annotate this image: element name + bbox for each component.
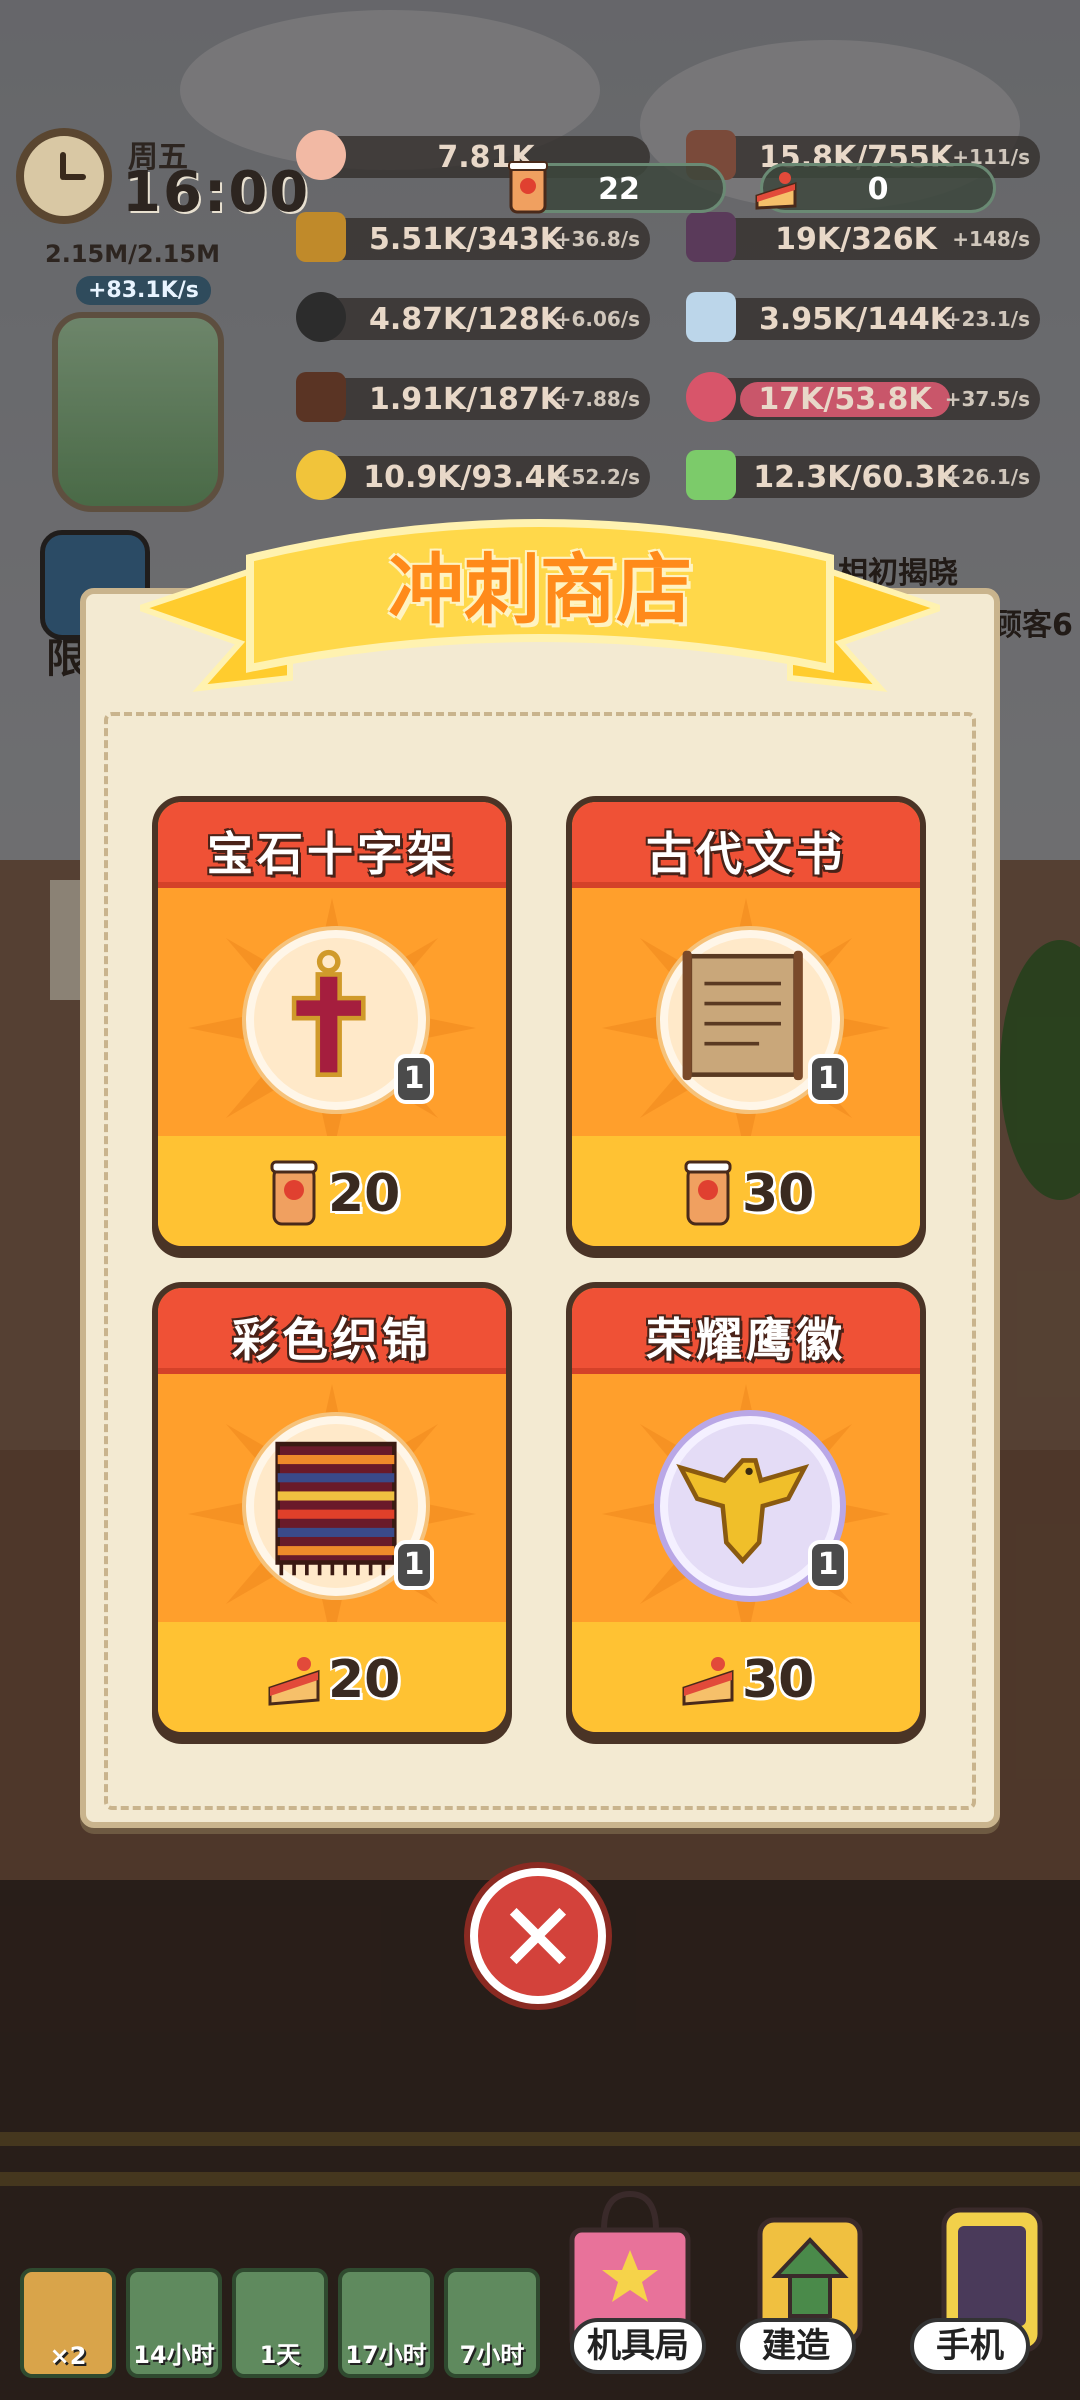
wave-decoration xyxy=(572,1140,920,1158)
wave-decoration xyxy=(158,1626,506,1644)
cake-currency: 0 xyxy=(755,163,996,213)
resource-value: 10.9K/93.4K xyxy=(363,459,569,495)
nav-build[interactable]: 建造 xyxy=(736,2318,856,2374)
item-count: 1 xyxy=(394,1054,434,1104)
cake-icon xyxy=(682,1657,734,1706)
resource-rate: +26.1/s xyxy=(944,465,1030,489)
peach-icon xyxy=(296,130,346,180)
item-count: 1 xyxy=(394,1540,434,1590)
slot-label: ×2 xyxy=(49,2342,87,2370)
resource-rate: +37.5/s xyxy=(944,387,1030,411)
item-name: 彩色织锦 xyxy=(232,1313,432,1367)
resource-value: 5.51K/343K xyxy=(368,221,564,257)
bubble-tea-count: 22 xyxy=(598,172,640,207)
banana-icon xyxy=(296,450,346,500)
resource-coal[interactable]: 4.87K/128K +6.06/s xyxy=(296,292,650,342)
item-count: 1 xyxy=(808,1540,848,1590)
chocolate-icon xyxy=(296,372,346,422)
item-price: 30 xyxy=(742,1650,815,1710)
item-price: 20 xyxy=(328,1164,401,1224)
slot-label: 17小时 xyxy=(345,2341,427,2369)
resource-gold[interactable]: 5.51K/343K +36.8/s xyxy=(296,212,650,262)
item-price: 20 xyxy=(328,1650,401,1710)
item-name: 古代文书 xyxy=(646,827,846,881)
bottom-slot-character[interactable]: 7小时 xyxy=(444,2268,540,2378)
resource-rate: +36.8/s xyxy=(554,227,640,251)
heart-icon xyxy=(686,372,736,422)
resource-value: 17K/53.8K xyxy=(740,381,950,417)
item-price: 30 xyxy=(742,1164,815,1224)
bubble-tea-icon xyxy=(270,1160,318,1226)
shop-title: 冲刺商店 xyxy=(388,545,692,634)
wave-decoration xyxy=(158,1140,506,1158)
jar-capacity: 2.15M/2.15M xyxy=(45,240,220,268)
resource-rate: +23.1/s xyxy=(944,307,1030,331)
slot-label: 1天 xyxy=(259,2341,301,2369)
item-name: 荣耀鹰徽 xyxy=(646,1313,846,1367)
coal-icon xyxy=(296,292,346,342)
resource-value: 4.87K/128K xyxy=(368,301,564,337)
resource-water[interactable]: 3.95K/144K +23.1/s xyxy=(686,292,1040,342)
gold-bar-icon xyxy=(296,212,346,262)
cake-count: 0 xyxy=(867,172,889,207)
resource-value: 3.95K/144K xyxy=(758,301,954,337)
resource-rate: +52.2/s xyxy=(554,465,640,489)
shop-item-eagle-emblem[interactable]: 荣耀鹰徽 1 30 xyxy=(566,1282,926,1738)
resource-green-drink[interactable]: 12.3K/60.3K +26.1/s xyxy=(686,450,1040,500)
resource-banana[interactable]: 10.9K/93.4K +52.2/s xyxy=(296,450,650,500)
money-jar-icon[interactable] xyxy=(52,312,224,512)
resource-rate: +148/s xyxy=(952,227,1030,251)
clock-icon xyxy=(16,128,112,224)
resource-value: 12.3K/60.3K xyxy=(753,459,959,495)
shop-item-tapestry[interactable]: 彩色织锦 1 20 xyxy=(152,1282,512,1738)
bottom-slot-character[interactable]: 14小时 xyxy=(126,2268,222,2378)
bubble-tea-icon xyxy=(684,1160,732,1226)
cake-icon xyxy=(268,1657,320,1706)
resource-chocolate[interactable]: 1.91K/187K +7.88/s xyxy=(296,372,650,422)
jar-rate: +83.1K/s xyxy=(76,276,211,305)
resource-heart[interactable]: 17K/53.8K +37.5/s xyxy=(686,372,1040,422)
bottom-slot-box[interactable]: ×2 xyxy=(20,2268,116,2378)
resource-rate: +6.06/s xyxy=(554,307,640,331)
resource-value: 1.91K/187K xyxy=(368,381,564,417)
slot-label: 7小时 xyxy=(459,2341,525,2369)
close-icon: ✕ xyxy=(497,1882,579,1994)
shop-item-ancient-scroll[interactable]: 古代文书 1 30 xyxy=(566,796,926,1252)
resource-value: 19K/326K xyxy=(775,221,937,257)
wave-decoration xyxy=(572,1626,920,1644)
water-bottle-icon xyxy=(686,292,736,342)
book-icon xyxy=(686,212,736,262)
resource-book[interactable]: 19K/326K +148/s xyxy=(686,212,1040,262)
bottom-slot-character[interactable]: 1天 xyxy=(232,2268,328,2378)
bubble-tea-currency: 22 xyxy=(508,161,726,214)
nav-phone[interactable]: 手机 xyxy=(910,2318,1030,2374)
slot-label: 14小时 xyxy=(133,2341,215,2369)
item-name: 宝石十字架 xyxy=(207,827,457,881)
bottom-slot-character[interactable]: 17小时 xyxy=(338,2268,434,2378)
shop-item-gem-cross[interactable]: 宝石十字架 1 20 xyxy=(152,796,512,1252)
time-label: 16:00 xyxy=(122,160,311,225)
close-button[interactable]: ✕ xyxy=(470,1868,606,2004)
item-count: 1 xyxy=(808,1054,848,1104)
green-drink-icon xyxy=(686,450,736,500)
resource-rate: +7.88/s xyxy=(554,387,640,411)
nav-tool-bureau[interactable]: 机具局 xyxy=(570,2318,706,2374)
